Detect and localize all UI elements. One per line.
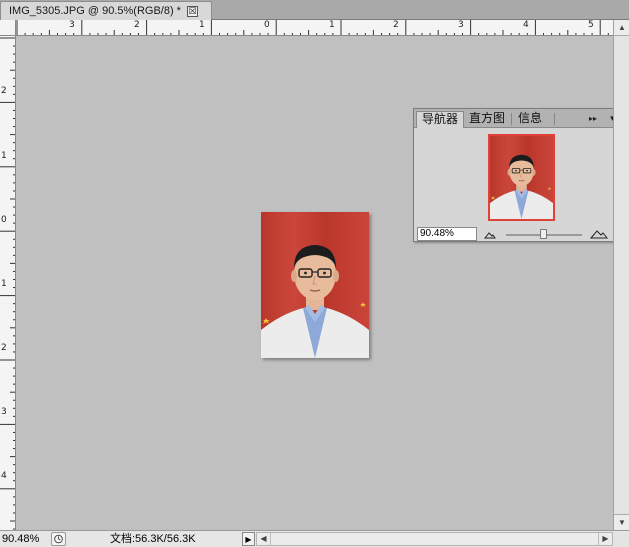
tab-divider [554,113,555,125]
ruler-label: 2 [134,20,140,30]
zoom-level[interactable]: 90.48% [2,532,48,546]
small-mountain-icon[interactable] [484,231,496,239]
close-icon[interactable]: ☒ [186,5,198,17]
tab-navigator[interactable]: 导航器 [416,111,465,128]
ruler-label: 1 [1,151,7,161]
ruler-label: 0 [1,215,7,225]
ruler-label: 0 [264,20,270,30]
history-icon[interactable] [51,532,66,546]
document-tab-bar: IMG_5305.JPG @ 90.5%(RGB/8) * ☒ [0,0,629,20]
tab-info[interactable]: 信息 [513,111,547,128]
ruler-label: 3 [1,407,7,417]
scroll-down-icon[interactable]: ▼ [614,514,629,530]
document-tab[interactable]: IMG_5305.JPG @ 90.5%(RGB/8) * ☒ [0,1,212,20]
ruler-label: 1 [199,20,205,30]
panel-tab-bar: 导航器 直方图 信息 ▸▸ ▾≡ [414,109,628,128]
status-bar: 90.48% 文档:56.3K/56.3K ▶ ◀ ▶ [0,530,629,547]
large-mountain-icon[interactable] [590,229,608,239]
ruler-label: 2 [1,86,7,96]
ruler-label: 3 [69,20,75,30]
tab-histogram[interactable]: 直方图 [464,111,510,128]
ruler-label: 4 [523,20,529,30]
document-tab-title: IMG_5305.JPG @ 90.5%(RGB/8) * [9,5,181,17]
document-size-info: 文档:56.3K/56.3K [110,533,196,545]
ruler-corner[interactable] [0,20,16,36]
navigator-zoom-input[interactable]: 90.48% [417,227,477,241]
zoom-slider-handle[interactable] [540,229,547,239]
ruler-label: 2 [1,343,7,353]
ruler-label: 4 [1,471,7,481]
navigator-thumbnail[interactable] [488,134,555,221]
portrait-photo[interactable] [261,212,369,358]
vertical-ruler[interactable]: 2 1 0 1 2 3 4 [0,36,16,530]
status-menu-arrow-icon[interactable]: ▶ [242,532,255,546]
navigator-panel: 导航器 直方图 信息 ▸▸ ▾≡ 90.48% [413,108,629,242]
ruler-label: 5 [588,20,594,30]
ruler-label: 2 [393,20,399,30]
ruler-label: 3 [458,20,464,30]
vertical-scrollbar[interactable]: ▲ ▼ [613,20,629,530]
scroll-up-icon[interactable]: ▲ [614,20,629,36]
horizontal-scrollbar[interactable]: ◀ ▶ [256,532,613,546]
scroll-left-icon[interactable]: ◀ [257,533,271,545]
window-resize-grip[interactable] [613,532,629,547]
horizontal-ruler[interactable]: 3 2 1 0 1 2 3 4 5 [16,20,613,36]
scroll-right-icon[interactable]: ▶ [598,533,612,545]
collapse-panel-icon[interactable]: ▸▸ [586,112,600,125]
ruler-label: 1 [329,20,335,30]
ruler-label: 1 [1,279,7,289]
tab-divider [511,113,512,125]
